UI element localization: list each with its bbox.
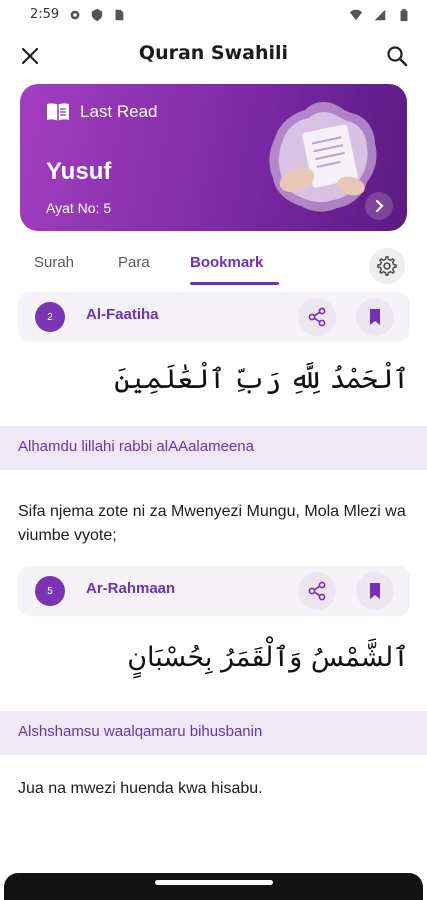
navigation-bar bbox=[4, 873, 423, 900]
transliteration-bar: Alshshamsu waalqamaru bihusbanin bbox=[0, 711, 427, 755]
active-tab-indicator bbox=[190, 282, 279, 285]
last-read-surah: Yusuf bbox=[46, 158, 112, 185]
transliteration-bar: Alhamdu lillahi rabbi alAAalameena bbox=[0, 426, 427, 470]
signal-icon bbox=[374, 9, 386, 21]
app-title: Quran Swahili bbox=[138, 42, 289, 64]
shield-status-icon bbox=[91, 8, 103, 22]
status-icons-left bbox=[68, 8, 126, 22]
book-icon bbox=[47, 103, 69, 121]
share-icon bbox=[308, 307, 326, 327]
arabic-verse: ٱلْحَمْدُ لِلَّهِ رَبِّ ٱلْعَٰلَمِينَ bbox=[114, 364, 409, 395]
sim-status-icon bbox=[115, 9, 124, 21]
home-gesture-handle[interactable] bbox=[155, 880, 273, 885]
settings-button[interactable] bbox=[369, 248, 405, 284]
chevron-right-icon bbox=[375, 199, 384, 213]
status-icons-right bbox=[349, 8, 411, 22]
share-button[interactable] bbox=[298, 298, 336, 336]
status-bar: 2:59 bbox=[0, 0, 427, 32]
tab-para[interactable]: Para bbox=[118, 254, 150, 271]
tab-bookmark[interactable]: Bookmark bbox=[190, 254, 263, 271]
bookmark-button[interactable] bbox=[356, 298, 394, 336]
last-read-header: Last Read bbox=[46, 102, 158, 122]
arabic-verse: ٱلشَّمْسُ وَٱلْقَمَرُ بِحُسْبَانٍ bbox=[127, 642, 409, 673]
bookmark-header[interactable]: 5 Ar-Rahmaan bbox=[18, 566, 410, 616]
translation-text: Jua na mwezi huenda kwa hisabu. bbox=[18, 780, 263, 797]
bookmark-surah-name: Ar-Rahmaan bbox=[86, 580, 176, 597]
battery-icon bbox=[400, 8, 408, 22]
ayah-number-badge: 2 bbox=[35, 302, 65, 332]
translation-text: Sifa njema zote ni za Mwenyezi Mungu, Mo… bbox=[18, 503, 406, 544]
settings-status-icon bbox=[70, 10, 80, 20]
status-time: 2:59 bbox=[30, 7, 60, 22]
bookmark-header[interactable]: 2 Al-Faatiha bbox=[18, 292, 410, 342]
share-button[interactable] bbox=[298, 572, 336, 610]
bookmark-button[interactable] bbox=[356, 572, 394, 610]
bookmark-surah-name: Al-Faatiha bbox=[86, 306, 159, 323]
app-bar: Quran Swahili bbox=[0, 36, 427, 76]
transliteration-text: Alshshamsu waalqamaru bihusbanin bbox=[18, 723, 263, 740]
transliteration-text: Alhamdu lillahi rabbi alAAalameena bbox=[18, 438, 254, 455]
last-read-card[interactable]: Last Read Yusuf Ayat No: 5 bbox=[20, 84, 407, 231]
bookmark-icon bbox=[370, 309, 380, 325]
last-read-open-button[interactable] bbox=[365, 192, 393, 220]
gear-icon bbox=[377, 256, 397, 276]
tab-surah[interactable]: Surah bbox=[34, 254, 74, 271]
search-icon[interactable] bbox=[385, 44, 409, 68]
last-read-label: Last Read bbox=[80, 102, 158, 121]
bookmark-icon bbox=[370, 583, 380, 599]
tab-bar: Surah Para Bookmark bbox=[0, 240, 427, 288]
last-read-ayat: Ayat No: 5 bbox=[46, 200, 112, 216]
ayah-number-badge: 5 bbox=[35, 576, 65, 606]
wifi-icon bbox=[349, 9, 363, 21]
share-icon bbox=[308, 581, 326, 601]
